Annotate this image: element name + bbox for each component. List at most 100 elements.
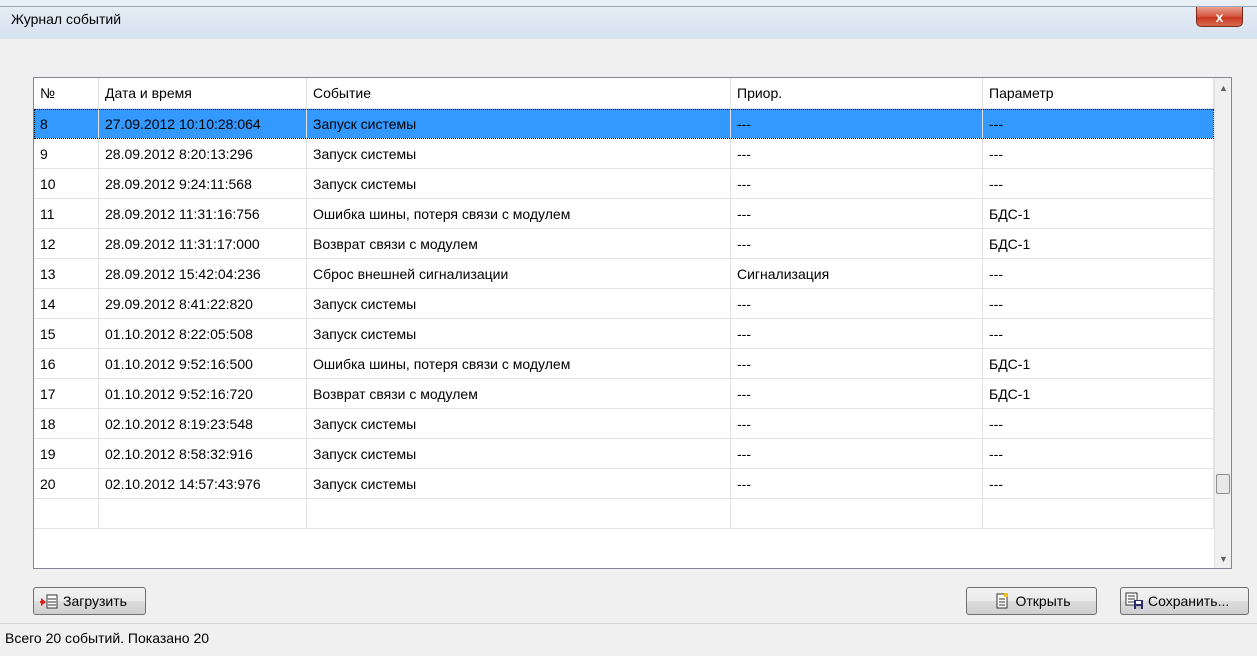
status-bar: Всего 20 событий. Показано 20 (0, 623, 1257, 656)
table-row-empty (34, 499, 1214, 529)
cell-datetime: 01.10.2012 9:52:16:720 (99, 379, 307, 409)
table-row[interactable]: 16 01.10.2012 9:52:16:500 Ошибка шины, пот… (34, 349, 1214, 379)
load-button-label: Загрузить (63, 593, 127, 609)
cell-datetime: 28.09.2012 15:42:04:236 (99, 259, 307, 289)
cell-priority: --- (731, 379, 983, 409)
document-icon (996, 593, 1008, 609)
cell-datetime: 27.09.2012 10:10:28:064 (99, 109, 307, 139)
cell-datetime: 02.10.2012 14:57:43:976 (99, 469, 307, 499)
table-row[interactable]: 13 28.09.2012 15:42:04:236 Сброс внешней с… (34, 259, 1214, 289)
cell-event: Запуск системы (307, 109, 731, 139)
scroll-down-icon[interactable]: ▼ (1215, 550, 1231, 567)
cell-number: 12 (34, 229, 99, 259)
save-button[interactable]: Сохранить... (1120, 587, 1249, 615)
cell-number: 9 (34, 139, 99, 169)
open-button-label: Открыть (1015, 593, 1071, 609)
cell-datetime: 28.09.2012 9:24:11:568 (99, 169, 307, 199)
table-header: № Дата и время Событие Приор. Параметр (34, 78, 1214, 109)
cell-parameter: --- (983, 409, 1214, 439)
cell-number: 20 (34, 469, 99, 499)
cell-event: Запуск системы (307, 439, 731, 469)
scrollbar-thumb[interactable] (1216, 474, 1230, 494)
cell-priority: --- (731, 319, 983, 349)
cell-datetime: 29.09.2012 8:41:22:820 (99, 289, 307, 319)
table-row[interactable]: 19 02.10.2012 8:58:32:916 Запуск системы --… (34, 439, 1214, 469)
table-row[interactable]: 12 28.09.2012 11:31:17:000 Возврат связи с… (34, 229, 1214, 259)
cell-event: Возврат связи с модулем (307, 379, 731, 409)
cell-number: 10 (34, 169, 99, 199)
cell-parameter: --- (983, 439, 1214, 469)
cell-parameter: --- (983, 289, 1214, 319)
cell-priority: --- (731, 139, 983, 169)
save-table-icon (1125, 592, 1143, 609)
scroll-up-icon[interactable]: ▲ (1215, 79, 1231, 96)
table-row[interactable]: 20 02.10.2012 14:57:43:976 Запуск системы -… (34, 469, 1214, 499)
event-log-window: Журнал событий x № Дата и время Событие … (0, 6, 1257, 656)
cell-priority: --- (731, 469, 983, 499)
table-row[interactable]: 15 01.10.2012 8:22:05:508 Запуск системы --… (34, 319, 1214, 349)
cell-event: Запуск системы (307, 469, 731, 499)
cell-priority: --- (731, 289, 983, 319)
column-header-number[interactable]: № (34, 78, 99, 108)
window-client-area: № Дата и время Событие Приор. Параметр 8… (0, 39, 1257, 656)
table-row[interactable]: 10 28.09.2012 9:24:11:568 Запуск системы --… (34, 169, 1214, 199)
cell-number: 15 (34, 319, 99, 349)
cell-event: Сброс внешней сигнализации (307, 259, 731, 289)
event-table[interactable]: № Дата и время Событие Приор. Параметр 8… (33, 77, 1232, 569)
cell-event: Возврат связи с модулем (307, 229, 731, 259)
cell-priority: --- (731, 109, 983, 139)
table-row[interactable]: 9 28.09.2012 8:20:13:296 Запуск системы ---… (34, 139, 1214, 169)
cell-number: 14 (34, 289, 99, 319)
cell-datetime: 01.10.2012 9:52:16:500 (99, 349, 307, 379)
cell-priority: --- (731, 229, 983, 259)
save-button-label: Сохранить... (1148, 593, 1230, 609)
close-icon: x (1215, 8, 1224, 25)
column-header-priority[interactable]: Приор. (731, 78, 983, 108)
table-row[interactable]: 11 28.09.2012 11:31:16:756 Ошибка шины, по… (34, 199, 1214, 229)
title-bar[interactable]: Журнал событий x (0, 7, 1257, 39)
cell-parameter: --- (983, 259, 1214, 289)
cell-event: Ошибка шины, потеря связи с модулем (307, 349, 731, 379)
cell-parameter: --- (983, 139, 1214, 169)
cell-datetime: 02.10.2012 8:58:32:916 (99, 439, 307, 469)
cell-parameter: --- (983, 319, 1214, 349)
cell-datetime: 28.09.2012 11:31:16:756 (99, 199, 307, 229)
cell-event: Запуск системы (307, 409, 731, 439)
empty-cell (34, 499, 99, 529)
empty-cell (99, 499, 307, 529)
cell-event: Запуск системы (307, 169, 731, 199)
column-header-parameter[interactable]: Параметр (983, 78, 1214, 108)
cell-event: Запуск системы (307, 319, 731, 349)
cell-number: 19 (34, 439, 99, 469)
cell-priority: --- (731, 409, 983, 439)
empty-cell (983, 499, 1214, 529)
vertical-scrollbar[interactable]: ▲ ▼ (1214, 78, 1231, 568)
table-row[interactable]: 17 01.10.2012 9:52:16:720 Возврат связи с … (34, 379, 1214, 409)
cell-number: 11 (34, 199, 99, 229)
cell-event: Запуск системы (307, 139, 731, 169)
cell-number: 8 (34, 109, 99, 139)
close-button[interactable]: x (1196, 7, 1243, 27)
cell-parameter: БДС-1 (983, 229, 1214, 259)
cell-parameter: --- (983, 169, 1214, 199)
status-text: Всего 20 событий. Показано 20 (5, 630, 210, 646)
table-row[interactable]: 8 27.09.2012 10:10:28:064 Запуск системы --… (34, 109, 1214, 139)
table-row[interactable]: 18 02.10.2012 8:19:23:548 Запуск системы --… (34, 409, 1214, 439)
cell-number: 16 (34, 349, 99, 379)
cell-priority: --- (731, 169, 983, 199)
column-header-event[interactable]: Событие (307, 78, 731, 108)
cell-parameter: БДС-1 (983, 199, 1214, 229)
cell-parameter: БДС-1 (983, 379, 1214, 409)
load-table-icon (40, 594, 58, 609)
table-row[interactable]: 14 29.09.2012 8:41:22:820 Запуск системы --… (34, 289, 1214, 319)
window-title: Журнал событий (11, 11, 122, 27)
load-button[interactable]: Загрузить (33, 587, 146, 615)
open-button[interactable]: Открыть (966, 587, 1097, 615)
column-header-datetime[interactable]: Дата и время (99, 78, 307, 108)
cell-parameter: БДС-1 (983, 349, 1214, 379)
table-body: 8 27.09.2012 10:10:28:064 Запуск системы --… (34, 109, 1214, 529)
cell-datetime: 28.09.2012 11:31:17:000 (99, 229, 307, 259)
cell-number: 18 (34, 409, 99, 439)
cell-datetime: 02.10.2012 8:19:23:548 (99, 409, 307, 439)
cell-datetime: 01.10.2012 8:22:05:508 (99, 319, 307, 349)
